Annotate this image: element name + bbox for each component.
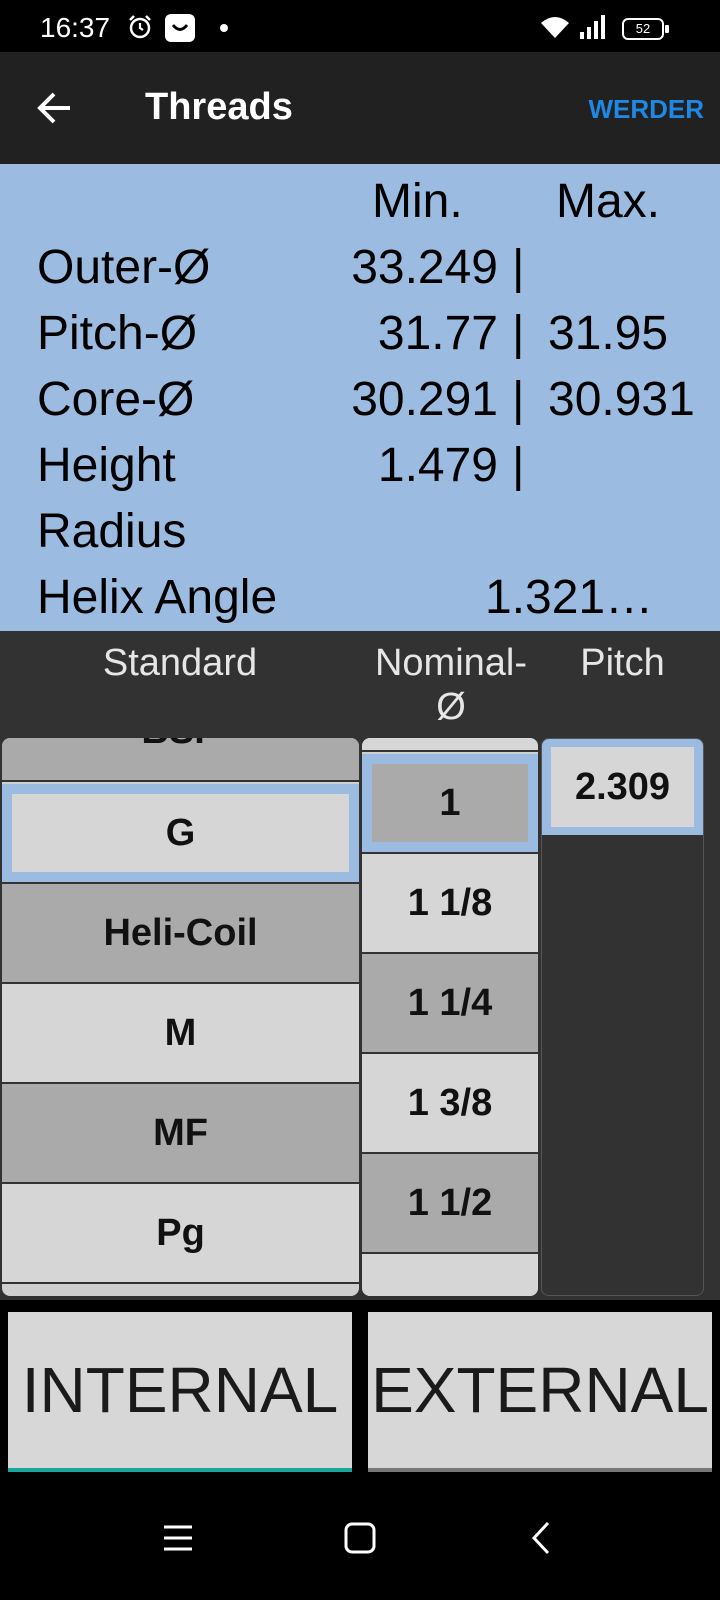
row-min: 33.249 xyxy=(351,241,498,294)
row-separator: | xyxy=(512,307,525,360)
list-item[interactable]: Pg xyxy=(2,1184,359,1284)
row-separator: | xyxy=(512,373,525,426)
alarm-icon xyxy=(129,15,151,39)
column-header-standard: Standard xyxy=(102,642,258,684)
row-height: Height 1.479 | xyxy=(0,438,720,504)
row-label: Outer-Ø xyxy=(37,241,211,294)
picker-area: Standard Nominal-Ø Pitch BSP G Heli-Coil… xyxy=(0,631,720,1300)
row-core-diameter: Core-Ø 30.291 | 30.931 xyxy=(0,372,720,438)
row-radius: Radius xyxy=(0,504,720,570)
row-label: Core-Ø xyxy=(37,373,195,426)
list-item xyxy=(362,738,538,752)
row-pitch-diameter: Pitch-Ø 31.77 | 31.95 xyxy=(0,306,720,372)
app-bar: Threads WERDER xyxy=(0,52,720,164)
header-max: Max. xyxy=(556,175,661,228)
home-icon[interactable] xyxy=(342,1518,378,1558)
battery-icon: 52 xyxy=(622,18,669,40)
mode-buttons: INTERNAL EXTERNAL xyxy=(0,1300,720,1476)
row-label: Radius xyxy=(37,505,187,558)
row-min: 31.77 xyxy=(377,307,498,360)
system-nav-bar xyxy=(0,1476,720,1600)
result-panel: Min. Max. Outer-Ø 33.249 | Pitch-Ø 31.77… xyxy=(0,164,720,631)
column-header-nominal: Nominal-Ø xyxy=(374,642,528,728)
list-item[interactable]: 1 3/8 xyxy=(362,1054,538,1154)
list-item-selected[interactable]: 2.309 xyxy=(542,739,703,835)
row-separator: | xyxy=(512,439,525,492)
standard-list[interactable]: BSP G Heli-Coil M MF Pg xyxy=(2,738,359,1296)
list-item-selected[interactable]: G xyxy=(2,784,359,884)
list-item[interactable]: 1 1/8 xyxy=(362,854,538,954)
back-arrow-icon[interactable] xyxy=(30,82,82,134)
list-item[interactable]: 1 1/4 xyxy=(362,954,538,1054)
row-max: 31.95 xyxy=(548,307,669,360)
list-item[interactable]: Heli-Coil xyxy=(2,884,359,984)
row-separator: | xyxy=(512,241,525,294)
row-label: Height xyxy=(37,439,176,492)
nominal-diameter-list[interactable]: 1 1 1/8 1 1/4 1 3/8 1 1/2 xyxy=(362,738,538,1296)
list-item[interactable]: M xyxy=(2,984,359,1084)
row-label: Helix Angle xyxy=(37,571,278,624)
werder-link[interactable]: WERDER xyxy=(588,94,704,125)
wifi-icon xyxy=(541,17,569,38)
row-max: 30.931 xyxy=(548,373,695,426)
status-time: 16:37 xyxy=(40,12,111,43)
list-item[interactable]: MF xyxy=(2,1084,359,1184)
row-label: Pitch-Ø xyxy=(37,307,198,360)
list-item[interactable]: 1 1/2 xyxy=(362,1154,538,1254)
notification-dot-icon xyxy=(220,24,228,32)
row-min: 1.479 xyxy=(377,439,498,492)
nav-back-icon[interactable] xyxy=(526,1518,556,1558)
list-item xyxy=(362,1254,538,1296)
row-min: 30.291 xyxy=(351,373,498,426)
list-item-selected[interactable]: 1 xyxy=(362,754,538,854)
row-helix-angle: Helix Angle 1.321… xyxy=(0,570,720,631)
signal-icon xyxy=(580,15,605,39)
internal-button[interactable]: INTERNAL xyxy=(8,1312,352,1472)
page-title: Threads xyxy=(145,86,293,128)
status-bar: 16:37 52 xyxy=(0,0,720,52)
pitch-list[interactable]: 2.309 xyxy=(541,738,704,1296)
column-header-pitch: Pitch xyxy=(580,642,665,684)
row-outer-diameter: Outer-Ø 33.249 | xyxy=(0,240,720,306)
helix-angle-value: 1.321… xyxy=(485,571,654,624)
external-button[interactable]: EXTERNAL xyxy=(368,1312,712,1472)
header-min: Min. xyxy=(372,175,463,228)
menu-icon[interactable] xyxy=(162,1518,194,1558)
app-notification-icon xyxy=(165,14,195,42)
list-item[interactable]: BSP xyxy=(2,738,359,782)
